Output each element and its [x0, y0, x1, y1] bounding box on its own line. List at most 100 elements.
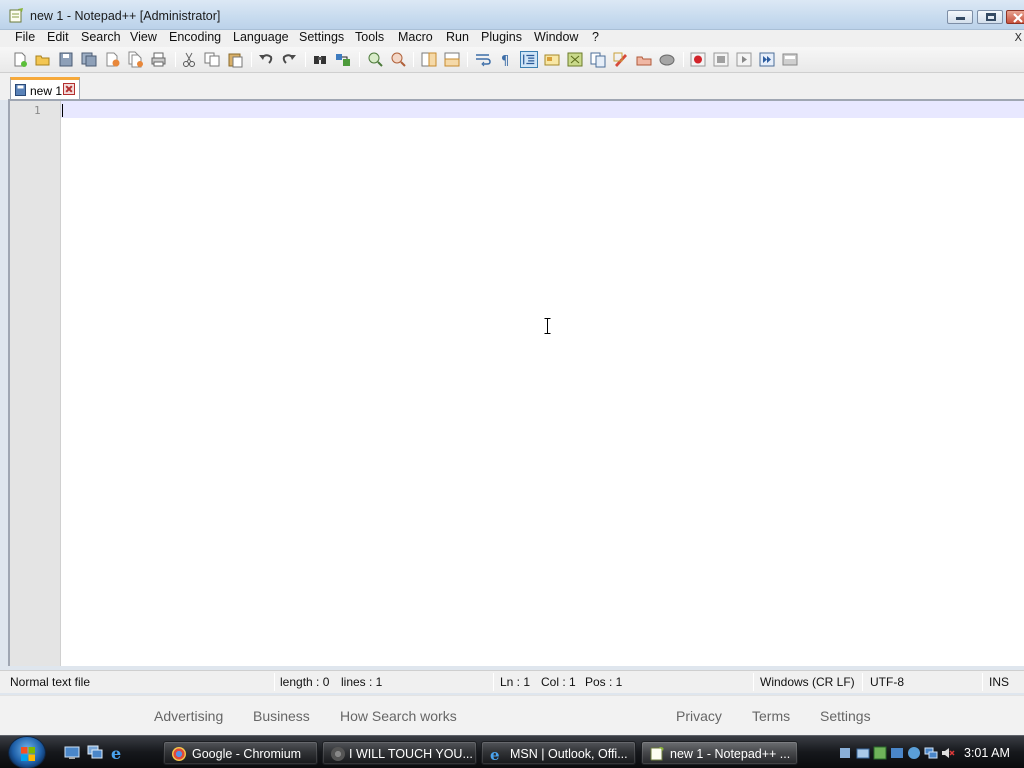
status-separator: [982, 673, 983, 691]
status-length: length : 0: [280, 675, 330, 689]
save-all-icon[interactable]: [80, 51, 98, 68]
footer-link-privacy[interactable]: Privacy: [676, 708, 722, 724]
tab-new-1[interactable]: new 1: [10, 77, 80, 100]
window-title: new 1 - Notepad++ [Administrator]: [30, 9, 221, 23]
close-document-button[interactable]: X: [1014, 31, 1022, 44]
indent-guide-icon[interactable]: [520, 51, 538, 68]
taskbar-button-label: I WILL TOUCH YOU...: [349, 747, 473, 761]
taskbar-button-notepad-plus-plus[interactable]: new 1 - Notepad++ ...: [641, 741, 798, 765]
save-icon: [15, 84, 26, 96]
copy-icon[interactable]: [203, 51, 221, 68]
footer-link-business[interactable]: Business: [253, 708, 310, 724]
menu-search[interactable]: Search: [81, 30, 121, 45]
minimize-button[interactable]: [947, 10, 973, 24]
close-all-icon[interactable]: [126, 51, 144, 68]
footer-link-settings[interactable]: Settings: [820, 708, 871, 724]
chromium-icon: [331, 747, 345, 761]
menu-help[interactable]: ?: [592, 30, 599, 45]
svg-text:¶: ¶: [501, 54, 509, 68]
tray-app-icon[interactable]: [890, 746, 904, 760]
zoom-in-icon[interactable]: [366, 51, 384, 68]
folder-as-workspace-icon[interactable]: [612, 51, 630, 68]
text-caret: [62, 104, 63, 117]
close-icon[interactable]: [103, 51, 121, 68]
svg-text:e: e: [111, 745, 121, 760]
network-icon[interactable]: [924, 746, 938, 760]
footer-link-terms[interactable]: Terms: [752, 708, 790, 724]
taskbar-button-msn[interactable]: e MSN | Outlook, Offi...: [481, 741, 636, 765]
menu-window[interactable]: Window: [534, 30, 578, 45]
toolbar-separator: [359, 52, 360, 67]
start-button[interactable]: [8, 736, 46, 768]
find-icon[interactable]: [311, 51, 329, 68]
undo-icon[interactable]: [257, 51, 275, 68]
maximize-icon: [986, 13, 996, 21]
windows-logo-icon: [21, 747, 35, 761]
print-icon[interactable]: [149, 51, 167, 68]
system-clock[interactable]: 3:01 AM: [964, 746, 1010, 760]
zoom-out-icon[interactable]: [389, 51, 407, 68]
status-insert-mode[interactable]: INS: [989, 675, 1009, 689]
menu-tools[interactable]: Tools: [355, 30, 384, 45]
tray-app-icon[interactable]: [907, 746, 921, 760]
internet-explorer-icon: e: [490, 747, 500, 761]
menu-language[interactable]: Language: [233, 30, 289, 45]
menu-macro[interactable]: Macro: [398, 30, 433, 45]
word-wrap-icon[interactable]: [474, 51, 492, 68]
status-eol[interactable]: Windows (CR LF): [760, 675, 855, 689]
show-all-characters-icon[interactable]: ¶: [497, 51, 515, 68]
volume-muted-icon[interactable]: [941, 746, 955, 760]
cut-icon[interactable]: [180, 51, 198, 68]
tab-label: new 1: [30, 84, 63, 98]
footer-link-advertising[interactable]: Advertising: [154, 708, 223, 724]
document-map-icon[interactable]: [566, 51, 584, 68]
taskbar-button-label: MSN | Outlook, Offi...: [510, 747, 628, 761]
internet-explorer-icon[interactable]: e: [110, 745, 126, 760]
tray-app-icon[interactable]: [873, 746, 887, 760]
redo-icon[interactable]: [280, 51, 298, 68]
show-desktop-icon[interactable]: [64, 745, 80, 760]
switch-windows-icon[interactable]: [87, 745, 103, 760]
taskbar-button-chromium[interactable]: Google - Chromium: [163, 741, 318, 765]
menu-plugins[interactable]: Plugins: [481, 30, 522, 45]
maximize-button[interactable]: [977, 10, 1003, 24]
new-file-icon[interactable]: [11, 51, 29, 68]
menu-settings[interactable]: Settings: [299, 30, 344, 45]
macro-start-record-icon[interactable]: [689, 51, 707, 68]
toolbar-separator: [467, 52, 468, 67]
tray-app-icon[interactable]: [838, 746, 852, 760]
taskbar-button-label: new 1 - Notepad++ ...: [670, 747, 791, 761]
close-window-button[interactable]: [1006, 10, 1024, 24]
save-icon[interactable]: [57, 51, 75, 68]
menu-edit[interactable]: Edit: [47, 30, 69, 45]
status-separator: [862, 673, 863, 691]
menu-run[interactable]: Run: [446, 30, 469, 45]
status-column: Col : 1: [541, 675, 576, 689]
macro-save-icon[interactable]: [781, 51, 799, 68]
taskbar-button-chromium-2[interactable]: I WILL TOUCH YOU...: [322, 741, 477, 765]
macro-stop-icon[interactable]: [712, 51, 730, 68]
sync-vertical-icon[interactable]: [420, 51, 438, 68]
monitoring-icon[interactable]: [635, 51, 653, 68]
status-position: Pos : 1: [585, 675, 623, 689]
menu-encoding[interactable]: Encoding: [169, 30, 221, 45]
function-list-icon[interactable]: [589, 51, 607, 68]
macro-play-icon[interactable]: [735, 51, 753, 68]
tab-strip: new 1: [0, 73, 1024, 100]
paste-icon[interactable]: [226, 51, 244, 68]
macro-record-icon[interactable]: [658, 51, 676, 68]
title-bar[interactable]: new 1 - Notepad++ [Administrator]: [0, 0, 1024, 30]
menu-file[interactable]: File: [15, 30, 35, 45]
replace-icon[interactable]: [334, 51, 352, 68]
tab-close-icon[interactable]: [63, 83, 75, 95]
open-file-icon[interactable]: [34, 51, 52, 68]
tray-app-icon[interactable]: [856, 746, 870, 760]
sync-horizontal-icon[interactable]: [443, 51, 461, 68]
macro-run-multiple-icon[interactable]: [758, 51, 776, 68]
footer-link-how-search-works[interactable]: How Search works: [340, 708, 457, 724]
status-separator: [753, 673, 754, 691]
user-defined-language-icon[interactable]: [543, 51, 561, 68]
status-file-type: Normal text file: [10, 675, 91, 689]
menu-view[interactable]: View: [130, 30, 157, 45]
editor-area[interactable]: 1: [8, 99, 1024, 666]
